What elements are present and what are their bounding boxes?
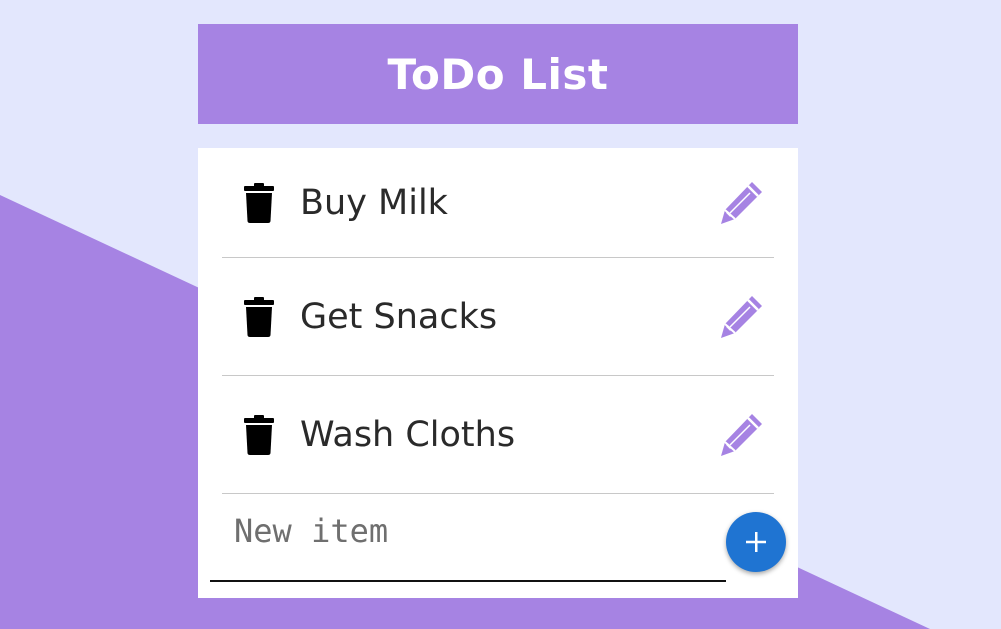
todo-card: Buy Milk Get Snacks Wash Cloths New item [198,148,798,598]
item-text: Wash Cloths [300,414,516,455]
item-text: Get Snacks [300,296,498,337]
item-text: Buy Milk [300,182,448,223]
trash-icon[interactable] [244,414,274,455]
pencil-icon[interactable] [718,180,764,226]
list-item: Buy Milk [222,148,774,258]
pencil-icon[interactable] [718,294,764,340]
trash-icon[interactable] [244,296,274,337]
list-item: Wash Cloths [222,376,774,494]
list-item: Get Snacks [222,258,774,376]
new-item-row [210,494,798,586]
new-item-input[interactable] [210,494,726,582]
pencil-icon[interactable] [718,412,764,458]
todo-app: ToDo List Buy Milk Get Snacks Wash Cloth… [198,24,798,598]
todo-list: Buy Milk Get Snacks Wash Cloths [198,148,798,494]
app-header: ToDo List [198,24,798,124]
add-item-button[interactable] [726,512,786,572]
app-title: ToDo List [387,49,609,99]
plus-icon [746,532,766,552]
trash-icon[interactable] [244,182,274,223]
